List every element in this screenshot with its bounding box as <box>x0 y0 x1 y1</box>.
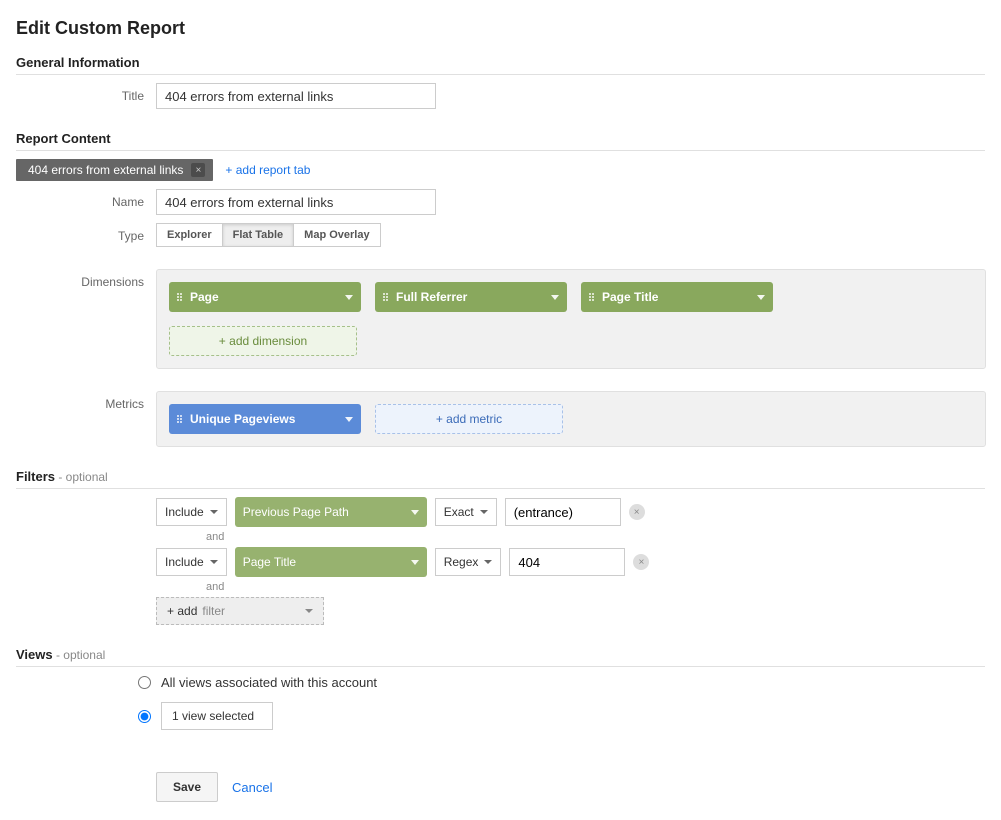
section-report-content: Report Content <box>16 131 985 151</box>
dimension-label: Page Title <box>602 290 751 304</box>
label-title: Title <box>16 83 156 103</box>
drag-handle-icon <box>177 415 182 423</box>
views-all-label: All views associated with this account <box>161 675 377 690</box>
dimension-label: Full Referrer <box>396 290 545 304</box>
name-input[interactable] <box>156 189 436 215</box>
filter-and-label: and <box>206 581 985 593</box>
page-title: Edit Custom Report <box>16 18 985 39</box>
dimension-label: Page <box>190 290 339 304</box>
filter-mode-select[interactable]: Include <box>156 548 227 576</box>
dimension-full-referrer[interactable]: Full Referrer <box>375 282 567 312</box>
label-metrics: Metrics <box>16 391 156 411</box>
drag-handle-icon <box>589 293 594 301</box>
report-tab-active[interactable]: 404 errors from external links × <box>16 159 213 181</box>
filter-match-select[interactable]: Regex <box>435 548 502 576</box>
filter-mode-select[interactable]: Include <box>156 498 227 526</box>
section-filters: Filters - optional <box>16 469 985 489</box>
chevron-down-icon <box>345 295 353 300</box>
remove-filter-icon[interactable]: × <box>633 554 649 570</box>
chevron-down-icon <box>305 609 313 613</box>
report-tab-label: 404 errors from external links <box>28 163 183 177</box>
metric-unique-pageviews[interactable]: Unique Pageviews <box>169 404 361 434</box>
chevron-down-icon <box>210 510 218 514</box>
remove-filter-icon[interactable]: × <box>629 504 645 520</box>
dimensions-container: Page Full Referrer Page Title + add dime… <box>156 269 986 369</box>
optional-label: - optional <box>55 470 108 484</box>
views-selected-dropdown[interactable]: 1 view selected <box>161 702 273 730</box>
filter-field-page-title[interactable]: Page Title <box>235 547 427 577</box>
add-report-tab[interactable]: + add report tab <box>225 163 310 177</box>
close-icon[interactable]: × <box>191 163 205 177</box>
drag-handle-icon <box>383 293 388 301</box>
add-metric-button[interactable]: + add metric <box>375 404 563 434</box>
chevron-down-icon <box>411 560 419 565</box>
views-selected-radio[interactable] <box>138 710 151 723</box>
chevron-down-icon <box>210 560 218 564</box>
filter-value-input[interactable] <box>505 498 621 526</box>
chevron-down-icon <box>480 510 488 514</box>
section-views: Views - optional <box>16 647 985 667</box>
label-type: Type <box>16 223 156 243</box>
label-dimensions: Dimensions <box>16 269 156 289</box>
title-input[interactable] <box>156 83 436 109</box>
views-all-radio[interactable] <box>138 676 151 689</box>
type-map-overlay[interactable]: Map Overlay <box>293 223 380 247</box>
section-general-information: General Information <box>16 55 985 75</box>
filter-row: Include Page Title Regex × <box>156 547 985 577</box>
type-flat-table[interactable]: Flat Table <box>222 223 295 247</box>
chevron-down-icon <box>551 295 559 300</box>
filter-and-label: and <box>206 531 985 543</box>
filter-field-previous-page-path[interactable]: Previous Page Path <box>235 497 427 527</box>
dimension-page-title[interactable]: Page Title <box>581 282 773 312</box>
chevron-down-icon <box>484 560 492 564</box>
save-button[interactable]: Save <box>156 772 218 802</box>
add-dimension-button[interactable]: + add dimension <box>169 326 357 356</box>
cancel-link[interactable]: Cancel <box>232 780 272 795</box>
drag-handle-icon <box>177 293 182 301</box>
filter-row: Include Previous Page Path Exact × <box>156 497 985 527</box>
dimension-page[interactable]: Page <box>169 282 361 312</box>
metrics-container: Unique Pageviews + add metric <box>156 391 986 447</box>
filter-match-select[interactable]: Exact <box>435 498 497 526</box>
chevron-down-icon <box>345 417 353 422</box>
add-filter-button[interactable]: + add filter <box>156 597 324 625</box>
chevron-down-icon <box>411 510 419 515</box>
label-name: Name <box>16 189 156 209</box>
chevron-down-icon <box>757 295 765 300</box>
filter-value-input[interactable] <box>509 548 625 576</box>
type-explorer[interactable]: Explorer <box>156 223 223 247</box>
metric-label: Unique Pageviews <box>190 412 339 426</box>
optional-label: - optional <box>53 648 106 662</box>
